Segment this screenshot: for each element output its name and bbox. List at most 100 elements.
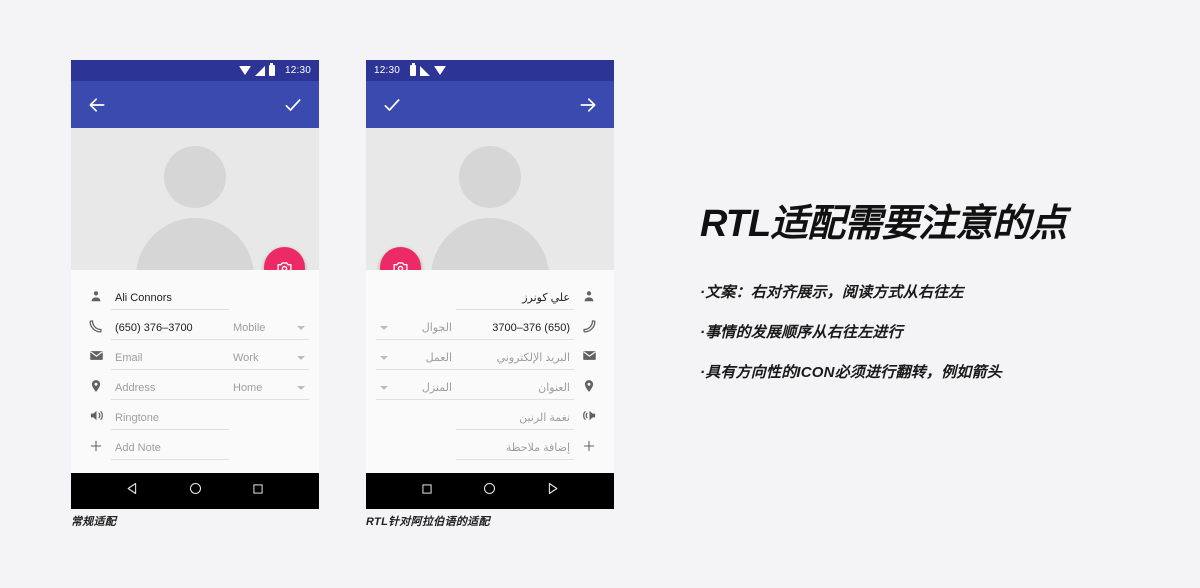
field-email-ltr[interactable]: Email Work — [71, 340, 319, 370]
email-icon — [574, 348, 604, 370]
forward-arrow-icon[interactable] — [578, 95, 598, 115]
nav-bar-rtl — [366, 473, 614, 509]
phone-type-label: الجوال — [421, 322, 452, 334]
note-input-ltr[interactable]: Add Note — [111, 442, 229, 460]
field-name-ltr[interactable]: Ali Connors — [71, 280, 319, 310]
email-input-ltr[interactable]: Email — [111, 352, 229, 370]
phone-type-label: Mobile — [233, 322, 266, 334]
contact-form-rtl: علي كونرز (650) 376–3700 الجوال البريد ا… — [366, 270, 614, 473]
wifi-icon — [238, 66, 251, 75]
app-bar-ltr — [71, 81, 319, 128]
home-circle-icon[interactable] — [482, 481, 497, 501]
name-input-ltr[interactable]: Ali Connors — [111, 292, 229, 310]
app-bar-rtl — [366, 81, 614, 128]
field-type-empty — [229, 455, 309, 460]
phone-input-ltr[interactable]: (650) 376–3700 — [111, 322, 229, 340]
field-phone-rtl[interactable]: (650) 376–3700 الجوال — [366, 310, 614, 340]
field-phone-ltr[interactable]: (650) 376–3700 Mobile — [71, 310, 319, 340]
phone-mockup-rtl: 12:30 علي كونرز (650) 376–3700 الجوال ال… — [366, 60, 614, 509]
check-icon[interactable] — [283, 95, 303, 115]
notes-panel: RTL适配需要注意的点 ·文案：右对齐展示，阅读方式从右往左 ·事情的发展顺序从… — [700, 205, 1170, 401]
address-type-label: Home — [233, 382, 263, 394]
phone-icon — [81, 319, 111, 340]
field-type-empty — [229, 305, 309, 310]
bullet-item-3: ·具有方向性的ICON必须进行翻转，例如箭头 — [700, 364, 1002, 381]
status-icons-ltr: 12:30 — [238, 63, 311, 76]
recents-square-icon[interactable] — [251, 482, 265, 501]
status-icons-rtl: 12:30 — [374, 63, 447, 76]
address-type-select-rtl[interactable]: المنزل — [376, 381, 456, 400]
phone-type-select-ltr[interactable]: Mobile — [229, 322, 309, 340]
email-type-label: العمل — [425, 352, 452, 364]
avatar-placeholder-head — [459, 146, 521, 208]
phone-icon — [574, 319, 604, 340]
battery-icon — [268, 63, 275, 76]
address-type-select-ltr[interactable]: Home — [229, 382, 309, 400]
caption-ltr: 常规适配 — [71, 516, 117, 528]
chevron-down-icon — [380, 326, 388, 330]
phone-input-rtl[interactable]: (650) 376–3700 — [456, 322, 574, 340]
field-ringtone-rtl[interactable]: نغمة الرنين — [366, 400, 614, 430]
back-arrow-icon[interactable] — [87, 95, 107, 115]
chevron-down-icon — [380, 356, 388, 360]
caption-rtl: RTL针对阿拉伯语的适配 — [366, 516, 490, 528]
field-name-rtl[interactable]: علي كونرز — [366, 280, 614, 310]
page-title: RTL适配需要注意的点 — [700, 203, 1067, 245]
ringtone-icon — [574, 408, 604, 430]
back-triangle-icon[interactable] — [545, 481, 560, 501]
ringtone-input-rtl[interactable]: نغمة الرنين — [456, 411, 574, 430]
back-triangle-icon[interactable] — [125, 481, 140, 501]
avatar-placeholder-head — [164, 146, 226, 208]
field-type-empty — [376, 305, 456, 310]
field-email-rtl[interactable]: البريد الإلكتروني العمل — [366, 340, 614, 370]
email-type-select-ltr[interactable]: Work — [229, 352, 309, 370]
hero-photo-area-ltr[interactable] — [71, 128, 319, 270]
chevron-down-icon — [297, 356, 305, 360]
email-icon — [81, 348, 111, 370]
hero-photo-area-rtl[interactable] — [366, 128, 614, 270]
email-type-select-rtl[interactable]: العمل — [376, 351, 456, 370]
avatar-placeholder-body — [136, 218, 254, 270]
wifi-icon — [434, 66, 447, 75]
address-input-ltr[interactable]: Address — [111, 382, 229, 400]
camera-fab-ltr[interactable] — [264, 247, 305, 270]
field-note-ltr[interactable]: Add Note — [71, 430, 319, 460]
chevron-down-icon — [297, 326, 305, 330]
phone-type-select-rtl[interactable]: الجوال — [376, 321, 456, 340]
check-icon[interactable] — [382, 95, 402, 115]
signal-icon — [254, 65, 265, 76]
field-address-rtl[interactable]: العنوان المنزل — [366, 370, 614, 400]
plus-icon — [574, 439, 604, 460]
chevron-down-icon — [380, 386, 388, 390]
ringtone-input-ltr[interactable]: Ringtone — [111, 412, 229, 430]
field-type-empty — [376, 425, 456, 430]
home-circle-icon[interactable] — [188, 481, 203, 501]
field-address-ltr[interactable]: Address Home — [71, 370, 319, 400]
field-ringtone-ltr[interactable]: Ringtone — [71, 400, 319, 430]
name-input-rtl[interactable]: علي كونرز — [456, 291, 574, 310]
note-input-rtl[interactable]: إضافة ملاحظة — [456, 441, 574, 460]
recents-square-icon[interactable] — [420, 482, 434, 501]
location-icon — [574, 379, 604, 400]
signal-icon — [420, 65, 431, 76]
avatar-placeholder-body — [431, 218, 549, 270]
address-input-rtl[interactable]: العنوان — [456, 381, 574, 400]
bullet-item-2: ·事情的发展顺序从右往左进行 — [700, 324, 903, 341]
chevron-down-icon — [297, 386, 305, 390]
battery-icon — [410, 63, 417, 76]
email-input-rtl[interactable]: البريد الإلكتروني — [456, 351, 574, 370]
nav-bar-ltr — [71, 473, 319, 509]
camera-fab-rtl[interactable] — [380, 247, 421, 270]
email-type-label: Work — [233, 352, 259, 364]
plus-icon — [81, 439, 111, 460]
ringtone-icon — [81, 408, 111, 430]
phone-mockup-ltr: 12:30 Ali Connors (650) 376–3700 Mobile … — [71, 60, 319, 509]
person-icon — [574, 289, 604, 310]
bullet-item-1: ·文案：右对齐展示，阅读方式从右往左 — [700, 284, 964, 301]
address-type-label: المنزل — [421, 382, 452, 394]
field-type-empty — [229, 425, 309, 430]
field-note-rtl[interactable]: إضافة ملاحظة — [366, 430, 614, 460]
status-clock: 12:30 — [374, 65, 401, 76]
field-type-empty — [376, 455, 456, 460]
status-bar-ltr: 12:30 — [71, 60, 319, 81]
